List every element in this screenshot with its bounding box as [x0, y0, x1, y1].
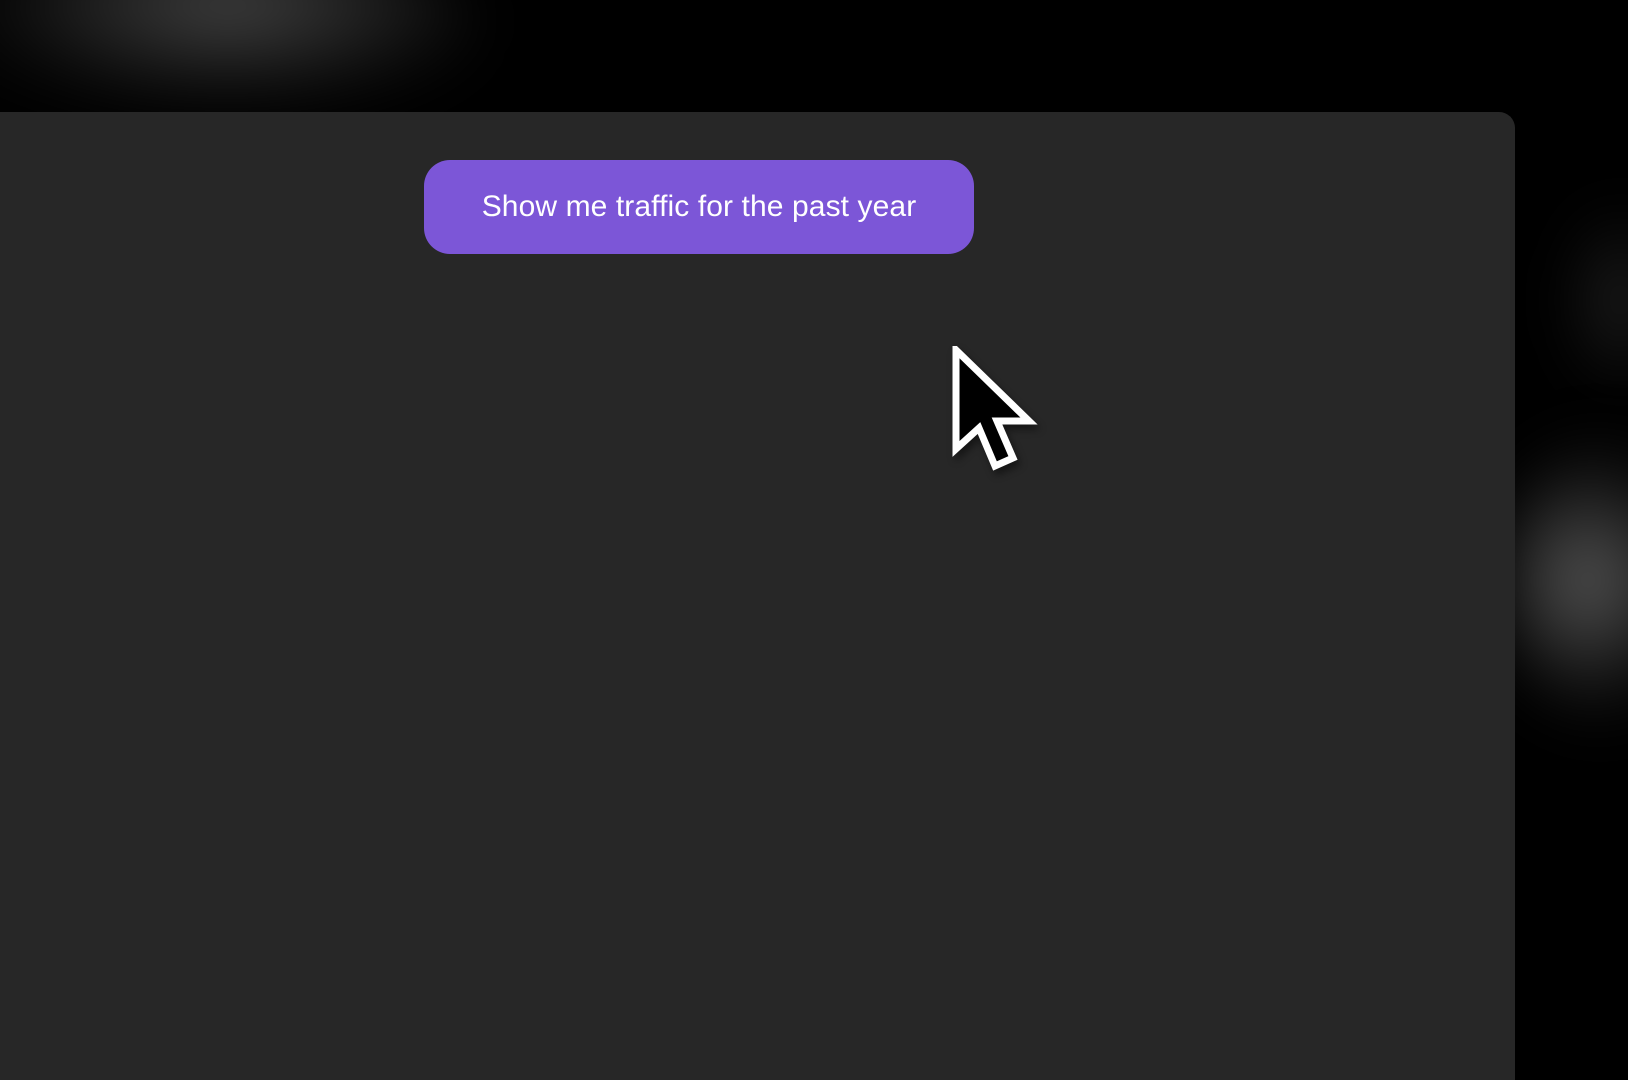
background-blur-top-left: [0, 0, 480, 120]
background-blur-right-upper: [1560, 200, 1628, 400]
suggested-prompt-button[interactable]: Show me traffic for the past year: [424, 160, 974, 254]
screen: Show me traffic for the past year: [0, 0, 1628, 1080]
background-blur-right: [1500, 430, 1628, 730]
app-window: [0, 112, 1515, 1080]
